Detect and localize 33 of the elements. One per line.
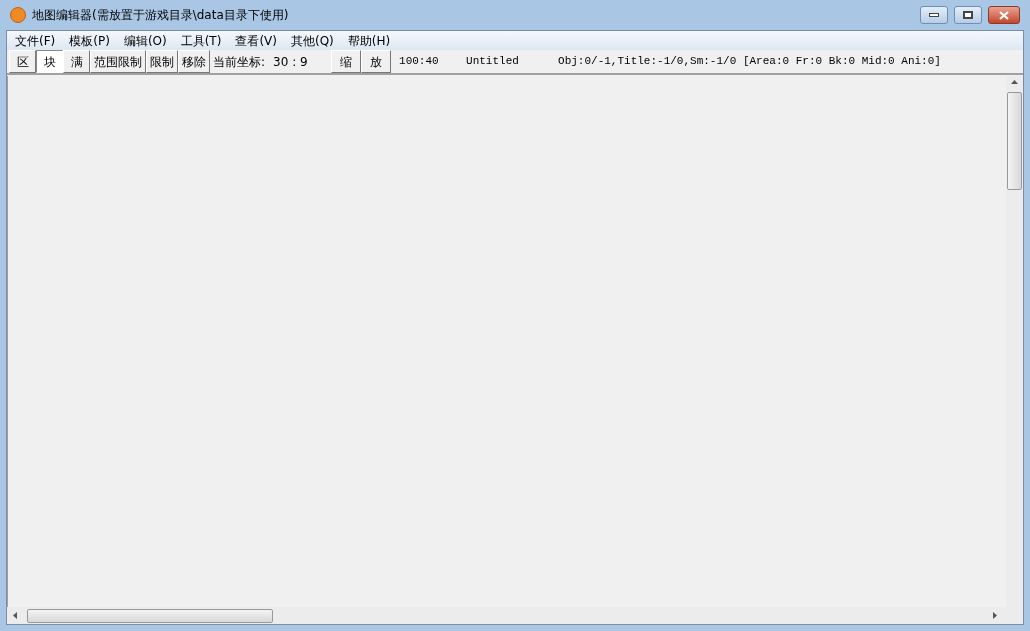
up-arrow-icon bbox=[1011, 80, 1018, 84]
scrollbar-thumb[interactable] bbox=[1007, 92, 1022, 190]
status-text: Obj:0/-1,Title:-1/0,Sm:-1/0 [Area:0 Fr:0 Bk:0 Mid:0 Ani:0] bbox=[558, 54, 941, 70]
zoom-button[interactable]: 放 bbox=[361, 50, 392, 73]
tool-button[interactable]: 范围限制 bbox=[90, 50, 146, 73]
zoom-button[interactable]: 缩 bbox=[331, 50, 362, 73]
coordinate-label: 当前坐标: bbox=[213, 53, 266, 71]
coordinate-value: 30 : 9 bbox=[273, 53, 309, 71]
close-icon bbox=[999, 10, 1009, 20]
scrollbar-thumb[interactable] bbox=[27, 608, 273, 623]
menu-item[interactable]: 编辑(O) bbox=[123, 31, 167, 50]
status-text: Untitled bbox=[466, 54, 520, 70]
tool-button[interactable]: 块 bbox=[36, 50, 63, 73]
minimize-button[interactable] bbox=[920, 6, 948, 24]
tool-button[interactable]: 移除 bbox=[178, 50, 210, 73]
tool-button[interactable]: 满 bbox=[63, 50, 90, 73]
tool-button[interactable]: 区 bbox=[9, 50, 36, 73]
status-text: 100:40 bbox=[399, 54, 440, 70]
left-arrow-icon bbox=[13, 612, 17, 619]
menu-item[interactable]: 模板(P) bbox=[69, 31, 110, 50]
menu-item[interactable]: 工具(T) bbox=[180, 31, 222, 50]
window-title: 地图编辑器(需放置于游戏目录\data目录下使用) bbox=[32, 7, 289, 24]
right-arrow-icon bbox=[993, 612, 997, 619]
close-button[interactable] bbox=[988, 6, 1020, 24]
vertical-scrollbar[interactable] bbox=[1006, 76, 1023, 607]
horizontal-scrollbar[interactable] bbox=[7, 607, 1023, 624]
menu-item[interactable]: 其他(Q) bbox=[290, 31, 334, 50]
maximize-button[interactable] bbox=[954, 6, 982, 24]
menu-item[interactable]: 帮助(H) bbox=[347, 31, 391, 50]
tool-button[interactable]: 限制 bbox=[146, 50, 178, 73]
menu-item[interactable]: 文件(F) bbox=[15, 31, 56, 50]
app-icon bbox=[10, 7, 26, 23]
menu-item[interactable]: 查看(V) bbox=[235, 31, 277, 50]
